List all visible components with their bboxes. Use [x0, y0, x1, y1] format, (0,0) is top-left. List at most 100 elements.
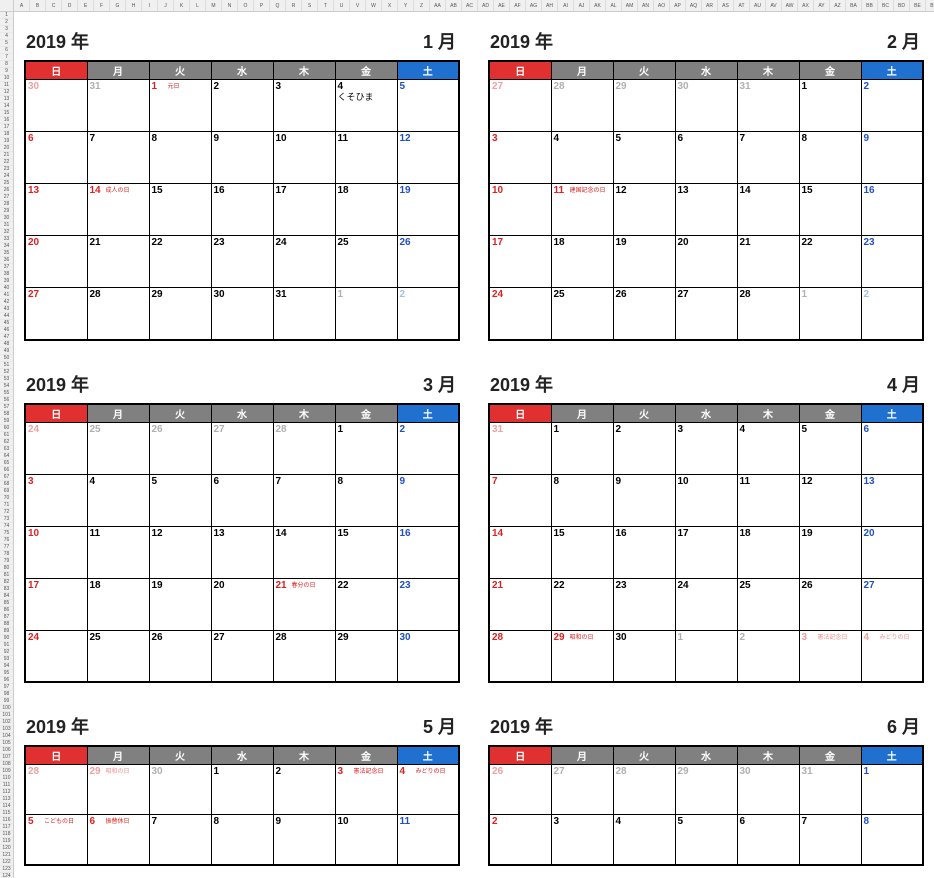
- day-cell[interactable]: 6: [675, 132, 737, 184]
- col-header[interactable]: AB: [446, 0, 462, 11]
- row-header[interactable]: 5: [0, 40, 13, 47]
- day-cell[interactable]: 10: [489, 184, 551, 236]
- col-header[interactable]: AW: [782, 0, 798, 11]
- day-cell[interactable]: 31: [799, 765, 861, 815]
- day-cell[interactable]: 3憲法記念日: [335, 765, 397, 815]
- day-cell[interactable]: 26: [149, 422, 211, 474]
- day-cell[interactable]: 6振替休日: [87, 815, 149, 865]
- row-header[interactable]: 50: [0, 355, 13, 362]
- day-cell[interactable]: 13: [861, 474, 923, 526]
- day-cell[interactable]: 1: [861, 765, 923, 815]
- day-cell[interactable]: 31: [87, 80, 149, 132]
- day-cell[interactable]: 28: [273, 630, 335, 682]
- day-cell[interactable]: 24: [25, 422, 87, 474]
- day-cell[interactable]: 14: [273, 526, 335, 578]
- row-header[interactable]: 58: [0, 411, 13, 418]
- row-header[interactable]: 26: [0, 187, 13, 194]
- day-cell[interactable]: 30: [397, 630, 459, 682]
- row-header[interactable]: 54: [0, 383, 13, 390]
- col-header[interactable]: V: [350, 0, 366, 11]
- day-cell[interactable]: 26: [397, 236, 459, 288]
- day-cell[interactable]: 1: [211, 765, 273, 815]
- day-cell[interactable]: 19: [149, 578, 211, 630]
- row-header[interactable]: 97: [0, 684, 13, 691]
- row-header[interactable]: 114: [0, 803, 13, 810]
- row-header[interactable]: 103: [0, 726, 13, 733]
- col-header[interactable]: R: [286, 0, 302, 11]
- day-cell[interactable]: 7: [273, 474, 335, 526]
- day-cell[interactable]: 2: [489, 815, 551, 865]
- row-header[interactable]: 39: [0, 278, 13, 285]
- day-cell[interactable]: 19: [397, 184, 459, 236]
- day-cell[interactable]: 4みどりの日: [861, 630, 923, 682]
- day-cell[interactable]: 3: [551, 815, 613, 865]
- day-cell[interactable]: 15: [551, 526, 613, 578]
- col-header[interactable]: N: [222, 0, 238, 11]
- row-header[interactable]: 121: [0, 852, 13, 859]
- day-cell[interactable]: 17: [675, 526, 737, 578]
- day-cell[interactable]: 14: [737, 184, 799, 236]
- row-header[interactable]: 37: [0, 264, 13, 271]
- day-cell[interactable]: 25: [551, 288, 613, 340]
- row-header[interactable]: 72: [0, 509, 13, 516]
- col-header[interactable]: AR: [702, 0, 718, 11]
- col-header[interactable]: S: [302, 0, 318, 11]
- day-cell[interactable]: 30: [613, 630, 675, 682]
- row-header[interactable]: 102: [0, 719, 13, 726]
- day-cell[interactable]: 8: [335, 474, 397, 526]
- row-header[interactable]: 32: [0, 229, 13, 236]
- day-cell[interactable]: 1: [335, 288, 397, 340]
- day-cell[interactable]: 17: [489, 236, 551, 288]
- day-cell[interactable]: 29: [335, 630, 397, 682]
- day-cell[interactable]: 8: [861, 815, 923, 865]
- row-header[interactable]: 80: [0, 565, 13, 572]
- row-header[interactable]: 45: [0, 320, 13, 327]
- day-cell[interactable]: 7: [737, 132, 799, 184]
- col-header[interactable]: AG: [526, 0, 542, 11]
- col-header[interactable]: M: [206, 0, 222, 11]
- row-header[interactable]: 57: [0, 404, 13, 411]
- col-header[interactable]: BB: [862, 0, 878, 11]
- col-header[interactable]: C: [46, 0, 62, 11]
- day-cell[interactable]: 10: [675, 474, 737, 526]
- day-cell[interactable]: 30: [675, 80, 737, 132]
- day-cell[interactable]: 2: [397, 288, 459, 340]
- row-header[interactable]: 100: [0, 705, 13, 712]
- col-header[interactable]: U: [334, 0, 350, 11]
- row-header[interactable]: 93: [0, 656, 13, 663]
- row-header[interactable]: 1: [0, 12, 13, 19]
- row-header[interactable]: 43: [0, 306, 13, 313]
- day-cell[interactable]: 28: [551, 80, 613, 132]
- row-header[interactable]: 62: [0, 439, 13, 446]
- day-cell[interactable]: 27: [211, 630, 273, 682]
- day-cell[interactable]: 19: [799, 526, 861, 578]
- day-cell[interactable]: 27: [489, 80, 551, 132]
- day-cell[interactable]: 4みどりの日: [397, 765, 459, 815]
- day-cell[interactable]: 6: [861, 422, 923, 474]
- row-header[interactable]: 21: [0, 152, 13, 159]
- day-cell[interactable]: 1元日: [149, 80, 211, 132]
- day-cell[interactable]: 24: [273, 236, 335, 288]
- day-cell[interactable]: 6: [25, 132, 87, 184]
- row-header[interactable]: 48: [0, 341, 13, 348]
- day-cell[interactable]: 28: [87, 288, 149, 340]
- row-header[interactable]: 118: [0, 831, 13, 838]
- col-header[interactable]: AS: [718, 0, 734, 11]
- day-cell[interactable]: 28: [25, 765, 87, 815]
- col-header[interactable]: AD: [478, 0, 494, 11]
- day-cell[interactable]: 7: [489, 474, 551, 526]
- col-header[interactable]: AH: [542, 0, 558, 11]
- row-header[interactable]: 31: [0, 222, 13, 229]
- row-header[interactable]: 82: [0, 579, 13, 586]
- row-header[interactable]: 6: [0, 47, 13, 54]
- day-cell[interactable]: 4: [737, 422, 799, 474]
- row-header[interactable]: 123: [0, 866, 13, 873]
- row-header[interactable]: 73: [0, 516, 13, 523]
- day-cell[interactable]: 5: [397, 80, 459, 132]
- row-header[interactable]: 28: [0, 201, 13, 208]
- day-cell[interactable]: 22: [149, 236, 211, 288]
- row-header[interactable]: 36: [0, 257, 13, 264]
- day-cell[interactable]: 19: [613, 236, 675, 288]
- row-header[interactable]: 113: [0, 796, 13, 803]
- row-header[interactable]: 76: [0, 537, 13, 544]
